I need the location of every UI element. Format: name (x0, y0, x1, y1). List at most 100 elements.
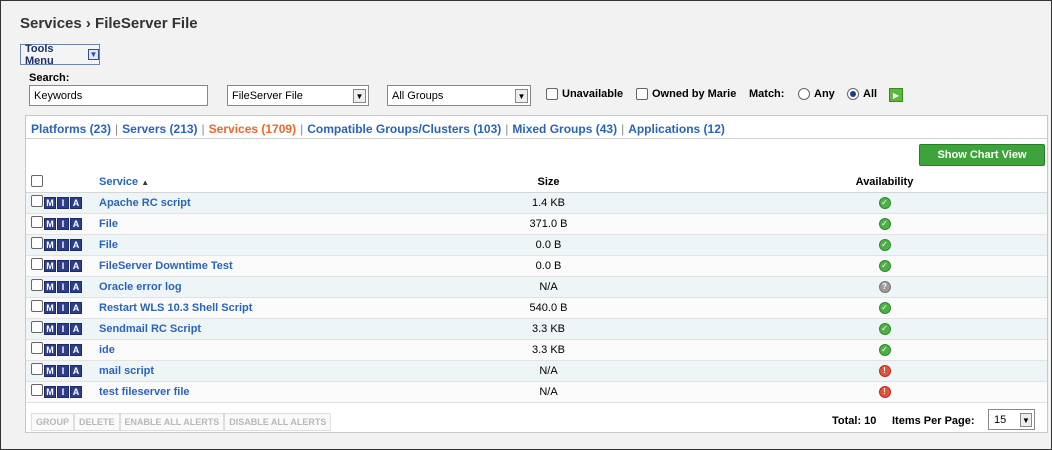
metrics-icon[interactable]: M (44, 217, 56, 230)
table-header-row: Service ▲ Size Availability (26, 173, 1047, 193)
delete-button[interactable]: DELETE (74, 413, 120, 431)
unavailable-checkbox[interactable] (546, 88, 558, 100)
unavailable-filter[interactable]: Unavailable (546, 88, 623, 100)
owned-by-filter[interactable]: Owned by Marie (636, 88, 736, 100)
metrics-icon[interactable]: M (44, 385, 56, 398)
table-row: M I A Oracle error log N/A? (26, 276, 1047, 298)
row-checkbox[interactable] (31, 195, 43, 207)
search-input[interactable] (29, 85, 208, 106)
chevron-down-icon: ▼ (88, 49, 99, 60)
alerts-icon[interactable]: A (70, 196, 82, 209)
availability-cell: ! (722, 360, 1047, 382)
inventory-icon[interactable]: I (57, 322, 69, 335)
service-name-link[interactable]: Restart WLS 10.3 Shell Script (99, 297, 375, 319)
alerts-icon[interactable]: A (70, 259, 82, 272)
bulk-actions: GROUP DELETE ENABLE ALL ALERTS DISABLE A… (31, 413, 332, 431)
match-all-radio[interactable] (847, 88, 859, 100)
unavailable-icon: ! (878, 364, 891, 377)
table-row: M I Aide 3.3 KB ✓ (26, 339, 1047, 361)
items-per-page-value: 15 (994, 414, 1007, 426)
disable-all-alerts-button[interactable]: DISABLE ALL ALERTS (224, 413, 332, 431)
row-checkbox[interactable] (31, 363, 43, 375)
availability-cell: ? (722, 276, 1047, 298)
row-checkbox[interactable] (31, 258, 43, 270)
service-name-link[interactable]: File (99, 213, 375, 235)
alerts-icon[interactable]: A (70, 238, 82, 251)
tools-menu-button[interactable]: Tools Menu ▼ (20, 42, 100, 67)
match-all-option[interactable]: All (847, 88, 877, 100)
metrics-icon[interactable]: M (44, 259, 56, 272)
size-column-header[interactable]: Size (375, 173, 722, 193)
row-checkbox[interactable] (31, 384, 43, 396)
mia-cell: MIA (44, 192, 99, 214)
inventory-icon[interactable]: I (57, 301, 69, 314)
row-checkbox-cell (26, 276, 44, 298)
match-any-option[interactable]: Any (798, 88, 835, 100)
metrics-icon[interactable]: M (44, 322, 56, 335)
metrics-icon[interactable]: M (44, 238, 56, 251)
tab-services[interactable]: Services (1709) (209, 122, 296, 136)
inventory-icon[interactable]: I (57, 364, 69, 377)
alerts-icon[interactable]: A (70, 385, 82, 398)
inventory-icon[interactable]: I (57, 259, 69, 272)
row-checkbox[interactable] (31, 342, 43, 354)
group-button[interactable]: GROUP (31, 413, 75, 431)
row-checkbox[interactable] (31, 321, 43, 333)
inventory-icon[interactable]: I (57, 343, 69, 356)
mia-links: MIA (44, 238, 82, 251)
alerts-icon[interactable]: A (70, 322, 82, 335)
metrics-icon[interactable]: M (44, 280, 56, 293)
inventory-icon[interactable]: I (57, 385, 69, 398)
group-select[interactable]: All Groups ▼ (387, 85, 531, 106)
inventory-icon[interactable]: I (57, 196, 69, 209)
available-icon: ✓ (878, 259, 891, 272)
inventory-icon[interactable]: I (57, 217, 69, 230)
alerts-icon[interactable]: A (70, 343, 82, 356)
service-column-header[interactable]: Service ▲ (99, 173, 375, 193)
service-name-link[interactable]: mail script (99, 360, 375, 382)
row-checkbox[interactable] (31, 279, 43, 291)
service-name-link[interactable]: Oracle error log (99, 276, 375, 298)
go-button[interactable]: ▶ (889, 88, 903, 102)
service-name-link[interactable]: File (99, 234, 375, 256)
tab-compatible-groups[interactable]: Compatible Groups/Clusters (103) (307, 122, 501, 136)
type-select[interactable]: FileServer File ▼ (227, 85, 369, 106)
row-checkbox[interactable] (31, 216, 43, 228)
mia-links: MIA (44, 301, 82, 314)
tools-menu-label: Tools Menu (25, 42, 54, 67)
service-name-link[interactable]: ide (99, 339, 375, 361)
alerts-icon[interactable]: A (70, 364, 82, 377)
table-row: M I A File 371.0 B ✓ (26, 213, 1047, 235)
row-checkbox[interactable] (31, 300, 43, 312)
metrics-icon[interactable]: M (44, 301, 56, 314)
select-all-checkbox[interactable] (31, 174, 43, 187)
row-checkbox[interactable] (31, 237, 43, 249)
availability-column-header[interactable]: Availability (722, 173, 1047, 193)
alerts-icon[interactable]: A (70, 280, 82, 293)
tab-platforms[interactable]: Platforms (23) (31, 122, 111, 136)
alerts-icon[interactable]: A (70, 301, 82, 314)
row-checkbox-cell (26, 255, 44, 277)
owned-by-label: Owned by Marie (652, 88, 737, 100)
inventory-icon[interactable]: I (57, 238, 69, 251)
service-name-link[interactable]: FileServer Downtime Test (99, 255, 375, 277)
service-name-link[interactable]: Sendmail RC Script (99, 318, 375, 340)
items-per-page-label: Items Per Page: (892, 415, 975, 427)
alerts-icon[interactable]: A (70, 217, 82, 230)
metrics-icon[interactable]: M (44, 196, 56, 209)
match-any-radio[interactable] (798, 88, 810, 100)
service-name-link[interactable]: test fileserver file (99, 381, 375, 403)
inventory-icon[interactable]: I (57, 280, 69, 293)
tab-mixed-groups[interactable]: Mixed Groups (43) (512, 122, 617, 136)
items-per-page-select[interactable]: 15 ▼ (988, 409, 1035, 430)
owned-by-checkbox[interactable] (636, 88, 648, 100)
availability-cell: ✓ (722, 234, 1047, 256)
tab-applications[interactable]: Applications (12) (628, 122, 725, 136)
show-chart-view-button[interactable]: Show Chart View (919, 144, 1045, 166)
enable-all-alerts-button[interactable]: ENABLE ALL ALERTS (119, 413, 225, 431)
row-checkbox-cell (26, 360, 44, 382)
metrics-icon[interactable]: M (44, 364, 56, 377)
service-name-link[interactable]: Apache RC script (99, 192, 375, 214)
tab-servers[interactable]: Servers (213) (122, 122, 197, 136)
metrics-icon[interactable]: M (44, 343, 56, 356)
